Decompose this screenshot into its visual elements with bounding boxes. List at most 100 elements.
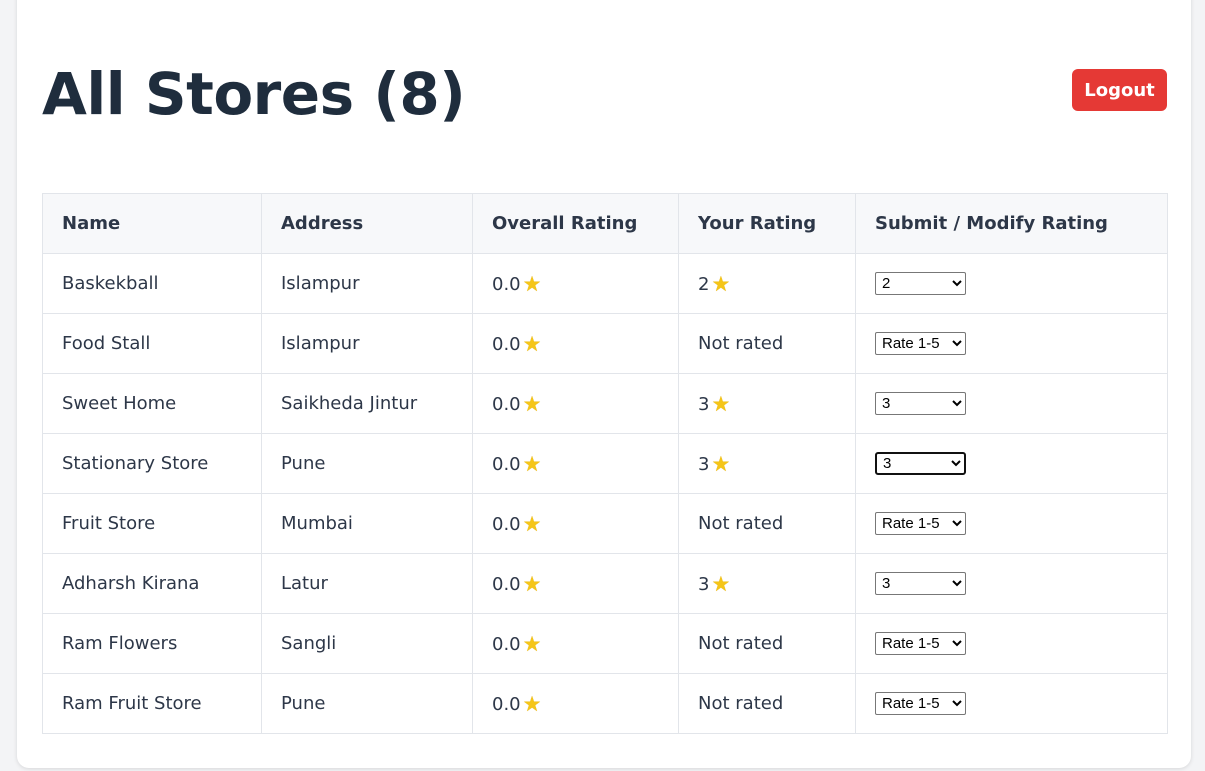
store-name-cell: Fruit Store [42, 493, 262, 554]
rating-select[interactable]: Rate 1-5 [875, 692, 966, 715]
store-name-cell: Baskekball [42, 253, 262, 314]
store-address-cell-text: Pune [281, 693, 326, 714]
overall-rating-cell-text: 0.0 [492, 393, 521, 415]
submit-rating-cell: 3 [855, 433, 1168, 494]
overall-rating-cell: 0.0★ [472, 253, 679, 314]
overall-rating-cell: 0.0★ [472, 373, 679, 434]
star-icon: ★ [711, 451, 731, 476]
store-name-cell-text: Adharsh Kirana [62, 573, 200, 594]
your-rating-cell: Not rated [678, 673, 856, 734]
store-address-cell-text: Latur [281, 573, 328, 594]
store-name-cell: Food Stall [42, 313, 262, 374]
rating-select[interactable]: Rate 1-5 [875, 332, 966, 355]
submit-rating-cell: Rate 1-5 [855, 493, 1168, 554]
store-name-cell: Ram Fruit Store [42, 673, 262, 734]
table-row: Baskekball Islampur 0.0★ 2★ 2 [42, 253, 1168, 314]
store-name-cell-text: Sweet Home [62, 393, 177, 414]
table-row: Food Stall Islampur 0.0★ Not rated Rate 1-5 [42, 313, 1168, 374]
overall-rating-cell: 0.0★ [472, 493, 679, 554]
submit-rating-cell: 3 [855, 553, 1168, 614]
rating-select[interactable]: Rate 1-5 [875, 632, 966, 655]
store-address-cell: Pune [261, 673, 473, 734]
your-rating-cell-text: 3 [698, 573, 710, 595]
table-row: Ram Flowers Sangli 0.0★ Not rated Rate 1-5 [42, 613, 1168, 674]
store-address-cell-text: Mumbai [281, 513, 353, 534]
column-header-your-rating: Your Rating [678, 193, 856, 254]
store-address-cell: Saikheda Jintur [261, 373, 473, 434]
overall-rating-cell: 0.0★ [472, 313, 679, 374]
star-icon: ★ [522, 391, 542, 416]
store-address-cell: Islampur [261, 313, 473, 374]
store-name-cell-text: Ram Flowers [62, 633, 178, 654]
table-row: Fruit Store Mumbai 0.0★ Not rated Rate 1-5 [42, 493, 1168, 554]
your-rating-cell-text: 2 [698, 273, 710, 295]
store-address-cell-text: Saikheda Jintur [281, 393, 418, 414]
overall-rating-cell: 0.0★ [472, 553, 679, 614]
table-row: Ram Fruit Store Pune 0.0★ Not rated Rate 1-5 [42, 673, 1168, 734]
star-icon: ★ [711, 271, 731, 296]
store-address-cell-text: Islampur [281, 273, 360, 294]
store-name-cell: Stationary Store [42, 433, 262, 494]
store-address-cell-text: Pune [281, 453, 326, 474]
overall-rating-cell-text: 0.0 [492, 693, 521, 715]
your-rating-cell: Not rated [678, 613, 856, 674]
store-name-cell: Ram Flowers [42, 613, 262, 674]
star-icon: ★ [522, 451, 542, 476]
column-header-overall-rating: Overall Rating [472, 193, 679, 254]
table-header-row: Name Address Overall Rating Your Rating … [42, 193, 1168, 254]
star-icon: ★ [522, 571, 542, 596]
store-address-cell: Sangli [261, 613, 473, 674]
your-rating-cell-text: 3 [698, 453, 710, 475]
star-icon: ★ [522, 691, 542, 716]
submit-rating-cell: Rate 1-5 [855, 613, 1168, 674]
store-name-cell: Sweet Home [42, 373, 262, 434]
logout-button[interactable]: Logout [1072, 69, 1167, 111]
your-rating-cell: 3★ [678, 373, 856, 434]
your-rating-cell-text: Not rated [698, 333, 784, 354]
store-name-cell-text: Food Stall [62, 333, 151, 354]
store-address-cell-text: Islampur [281, 333, 360, 354]
overall-rating-cell: 0.0★ [472, 673, 679, 734]
column-header-name: Name [42, 193, 262, 254]
your-rating-cell-text: 3 [698, 393, 710, 415]
rating-select[interactable]: 3 [875, 452, 966, 475]
column-header-submit-rating: Submit / Modify Rating [855, 193, 1168, 254]
your-rating-cell: 3★ [678, 433, 856, 494]
table-row: Adharsh Kirana Latur 0.0★ 3★ 3 [42, 553, 1168, 614]
your-rating-cell-text: Not rated [698, 633, 784, 654]
overall-rating-cell-text: 0.0 [492, 273, 521, 295]
rating-select[interactable]: Rate 1-5 [875, 512, 966, 535]
overall-rating-cell: 0.0★ [472, 433, 679, 494]
star-icon: ★ [522, 271, 542, 296]
store-name-cell-text: Stationary Store [62, 453, 209, 474]
store-name-cell: Adharsh Kirana [42, 553, 262, 614]
rating-select[interactable]: 2 [875, 272, 966, 295]
star-icon: ★ [522, 631, 542, 656]
rating-select[interactable]: 3 [875, 392, 966, 415]
table-row: Sweet Home Saikheda Jintur 0.0★ 3★ 3 [42, 373, 1168, 434]
star-icon: ★ [522, 331, 542, 356]
page-title: All Stores (8) [42, 60, 466, 128]
overall-rating-cell-text: 0.0 [492, 573, 521, 595]
store-address-cell: Pune [261, 433, 473, 494]
your-rating-cell: 3★ [678, 553, 856, 614]
column-header-address: Address [261, 193, 473, 254]
overall-rating-cell-text: 0.0 [492, 453, 521, 475]
store-address-cell: Mumbai [261, 493, 473, 554]
table-row: Stationary Store Pune 0.0★ 3★ 3 [42, 433, 1168, 494]
overall-rating-cell-text: 0.0 [492, 513, 521, 535]
store-name-cell-text: Baskekball [62, 273, 159, 294]
submit-rating-cell: Rate 1-5 [855, 313, 1168, 374]
store-address-cell: Latur [261, 553, 473, 614]
star-icon: ★ [522, 511, 542, 536]
store-address-cell-text: Sangli [281, 633, 337, 654]
overall-rating-cell-text: 0.0 [492, 633, 521, 655]
your-rating-cell-text: Not rated [698, 693, 784, 714]
stores-table: Name Address Overall Rating Your Rating … [42, 193, 1168, 734]
submit-rating-cell: 3 [855, 373, 1168, 434]
store-address-cell: Islampur [261, 253, 473, 314]
your-rating-cell: Not rated [678, 493, 856, 554]
store-name-cell-text: Ram Fruit Store [62, 693, 202, 714]
star-icon: ★ [711, 571, 731, 596]
rating-select[interactable]: 3 [875, 572, 966, 595]
